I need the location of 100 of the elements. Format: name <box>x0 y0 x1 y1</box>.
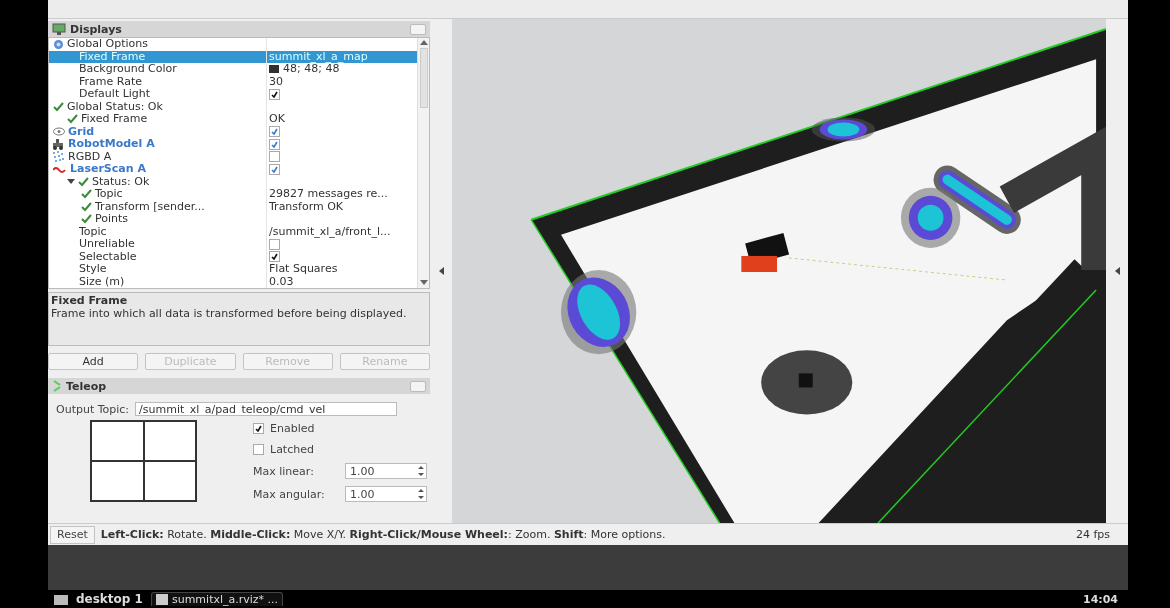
property-name: Status: Ok <box>92 175 150 188</box>
reset-button[interactable]: Reset <box>50 525 95 544</box>
checkbox[interactable] <box>253 422 264 434</box>
checkbox[interactable] <box>269 151 280 163</box>
checkbox[interactable] <box>269 126 280 138</box>
collapse-right-icon[interactable] <box>1114 267 1120 275</box>
property-name: Topic <box>95 188 123 201</box>
tree-row[interactable]: Topic /summit_xl_a/front_l... <box>49 225 417 238</box>
field-label: Max angular: <box>253 487 326 501</box>
check-icon <box>81 214 92 225</box>
collapse-left-icon[interactable] <box>438 267 444 275</box>
spin-arrows-icon[interactable] <box>416 464 426 478</box>
scrollbar[interactable] <box>417 38 429 288</box>
description-title: Fixed Frame <box>51 294 129 307</box>
tree-row[interactable]: Points <box>49 213 417 226</box>
property-name: Fixed Frame <box>79 50 146 63</box>
property-name: Default Light <box>79 88 151 101</box>
checkbox[interactable] <box>269 251 280 263</box>
tree-row[interactable]: Transform [sender... Transform OK <box>49 200 417 213</box>
property-value: Transform OK <box>269 200 344 213</box>
checkbox-label: Enabled <box>270 421 315 435</box>
panel-title: Displays <box>70 22 122 36</box>
property-name: Frame Rate <box>79 75 142 88</box>
checkbox[interactable] <box>269 238 280 250</box>
spin-arrows-icon[interactable] <box>416 487 426 501</box>
property-name: Unreliable <box>79 238 135 251</box>
checkbox[interactable] <box>269 88 280 100</box>
3d-map-view-drawing[interactable] <box>452 19 1106 523</box>
tree-row[interactable]: Global Options <box>49 38 417 51</box>
checkmark-icon <box>271 90 278 98</box>
property-value: Flat Squares <box>269 263 338 276</box>
fps-counter: 24 fps <box>1075 528 1110 541</box>
clock: 14:04 <box>1083 592 1118 606</box>
tree-row[interactable]: Style Flat Squares <box>49 263 417 276</box>
property-value: 29827 messages re... <box>269 188 388 201</box>
spin-box[interactable]: 1.00 <box>345 463 427 479</box>
arrows-icon <box>52 380 62 392</box>
property-value: 48; 48; 48 <box>283 63 340 76</box>
tree-row[interactable]: Frame Rate 30 <box>49 75 417 88</box>
property-name: Topic <box>79 225 107 238</box>
property-name: Size (m) <box>79 275 125 288</box>
tree-row[interactable]: Default Light <box>49 88 417 101</box>
tree-row[interactable]: RGBD A <box>49 150 417 163</box>
checkbox[interactable] <box>269 163 280 175</box>
scroll-down-icon[interactable] <box>419 280 428 286</box>
property-name: RobotModel A <box>68 138 155 151</box>
property-name: Selectable <box>79 250 137 263</box>
checkbox[interactable] <box>269 138 280 150</box>
collapse-arrow-icon[interactable] <box>67 178 75 185</box>
property-name: Global Status: Ok <box>67 100 163 113</box>
checkmark-icon <box>271 253 278 261</box>
checkbox-label: Latched <box>270 442 314 456</box>
property-name: Grid <box>68 125 95 138</box>
spin-box[interactable]: 1.00 <box>345 486 427 502</box>
field-label: Output Topic: <box>56 402 130 416</box>
property-value: OK <box>269 113 285 126</box>
tree-row[interactable]: Global Status: Ok <box>49 100 417 113</box>
robot-icon <box>53 138 65 150</box>
property-value: 30 <box>269 75 283 88</box>
desktop-label[interactable]: desktop 1 <box>76 592 143 606</box>
tree-row[interactable]: Topic 29827 messages re... <box>49 188 417 201</box>
output-topic-field[interactable]: /summit_xl_a/pad_teleop/cmd_vel <box>135 402 398 416</box>
checkbox[interactable] <box>253 443 264 455</box>
tree-row[interactable]: Selectable <box>49 250 417 263</box>
property-name: Background Color <box>79 63 177 76</box>
app-icon <box>155 594 168 605</box>
property-name: RGBD A <box>68 150 112 163</box>
scroll-up-icon[interactable] <box>419 40 428 46</box>
eye-icon <box>53 127 65 137</box>
property-name: Style <box>79 263 107 276</box>
check-icon <box>67 114 78 125</box>
panel-title: Teleop <box>66 379 107 393</box>
tree-row[interactable]: Status: Ok <box>49 175 417 188</box>
property-name: Fixed Frame <box>81 113 148 126</box>
tree-row[interactable]: Grid <box>49 125 417 138</box>
tree-row[interactable]: LaserScan A <box>49 163 417 176</box>
mouse-hint-text: Left-Click: Rotate. Middle-Click: Move X/Y. Right-Click/Mouse Wheel:: Zoom. Shift: More options. <box>100 528 667 541</box>
taskbar-window-button[interactable]: summitxl_a.rviz* ... <box>150 592 284 606</box>
tree-row[interactable]: RobotModel A <box>49 138 417 151</box>
wave-icon <box>53 164 67 174</box>
tree-row[interactable]: Size (m) 0.03 <box>49 275 417 288</box>
property-name: LaserScan A <box>70 163 146 176</box>
property-name: Global Options <box>67 38 149 51</box>
desktop-icon <box>54 593 68 605</box>
tree-row[interactable]: Fixed Frame OK <box>49 113 417 126</box>
checkmark-icon <box>255 424 262 432</box>
teleop-pad[interactable] <box>90 420 197 502</box>
check-icon <box>81 201 92 212</box>
display-button[interactable]: Add <box>48 353 139 370</box>
property-name: Transform [sender... <box>95 200 205 213</box>
gear-icon <box>53 38 64 50</box>
tree-row[interactable]: Background Color 48; 48; 48 <box>49 63 417 76</box>
tree-row[interactable]: Unreliable <box>49 238 417 251</box>
field-label: Max linear: <box>253 464 315 478</box>
dots-icon <box>53 151 65 163</box>
property-value: /summit_xl_a/front_l... <box>269 225 391 238</box>
check-icon <box>81 189 92 200</box>
scrollbar-thumb[interactable] <box>419 48 428 108</box>
check-icon <box>78 176 89 187</box>
monitor-icon <box>52 23 66 35</box>
